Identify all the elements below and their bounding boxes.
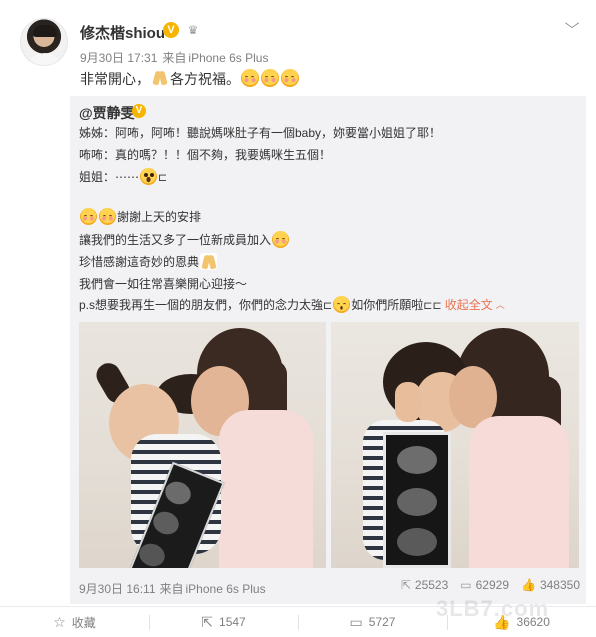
like-count: 36620 xyxy=(516,615,550,629)
repost-line: 咘咘：真的嗎？！！個不夠，我要媽咪生五個！ xyxy=(79,148,332,162)
crown-icon[interactable]: ♛ xyxy=(186,23,200,37)
repost-stats: ⇱ 25523 ▭ 62929 👍 348350 xyxy=(401,578,580,592)
comment-count: 5727 xyxy=(368,615,396,629)
smile-emoji-icon xyxy=(241,69,259,87)
smile-emoji-icon xyxy=(99,208,116,225)
repost-verified-badge-icon[interactable]: V xyxy=(132,104,146,118)
repost-source-prefix: 来自 xyxy=(159,582,184,596)
repost-icon: ⇱ xyxy=(400,578,411,592)
repost-author[interactable]: @贾静雯 xyxy=(79,103,135,123)
repost-stat-likes[interactable]: 👍 348350 xyxy=(521,578,580,592)
repost-device[interactable]: iPhone 6s Plus xyxy=(186,582,266,596)
post-device[interactable]: iPhone 6s Plus xyxy=(188,51,268,65)
comment-icon: ▭ xyxy=(460,578,472,592)
ultrasound-blob xyxy=(397,528,437,556)
chevron-down-icon[interactable]: ⌵ xyxy=(559,14,584,32)
photo-thumbnail[interactable] xyxy=(331,322,579,568)
avatar-hair xyxy=(33,25,57,37)
girl-dress xyxy=(469,416,569,568)
girl-dress xyxy=(219,410,313,568)
repost-line: p.s想要我再生一個的朋友們，你們的念力太強⊏ 如你們所願啦⊏⊏ 收起全文 ︿ xyxy=(79,296,505,314)
avatar[interactable] xyxy=(20,18,68,66)
repost-stat-comments[interactable]: ▭ 62929 xyxy=(460,578,509,592)
repost-line-text: 謝謝上天的安排 xyxy=(117,210,202,224)
smile-emoji-icon xyxy=(261,69,279,87)
repost-line-text: p.s想要我再生一個的朋友們，你們的念力太強 xyxy=(79,298,324,312)
photo-thumbnail[interactable] xyxy=(79,322,326,568)
pray-emoji-icon xyxy=(200,253,218,270)
worried-emoji-icon xyxy=(333,296,351,313)
ultrasound-blob xyxy=(397,488,437,516)
chevron-up-icon[interactable]: ︿ xyxy=(496,296,505,314)
repost-line: 謝謝上天的安排 xyxy=(79,208,201,226)
repost-stat-value: 25523 xyxy=(414,578,449,592)
repost-line: 讓我們的生活又多了一位新成員加入 xyxy=(79,231,290,249)
repost-line: 姊姊：阿咘，阿咘！聽說媽咪肚子有一個baby，妳要當小姐姐了耶！ xyxy=(79,126,442,140)
post-text: 非常開心， 各方祝福。 xyxy=(80,68,300,90)
repost-line: 我們會一如往常喜樂開心迎接～ xyxy=(79,277,248,291)
star-icon: ☆ xyxy=(53,613,66,630)
pray-emoji-icon xyxy=(151,69,169,87)
like-button[interactable]: 👍 36620 xyxy=(447,607,596,637)
thumbs-up-icon: 👍 xyxy=(521,578,536,592)
comment-button[interactable]: ▭ 5727 xyxy=(298,607,447,637)
scream-emoji-icon xyxy=(140,168,158,185)
avatar-shirt xyxy=(27,53,63,65)
repost-meta: 9月30日 16:11 来自 iPhone 6s Plus xyxy=(79,580,270,597)
post-meta: 9月30日 17:31 来自 iPhone 6s Plus xyxy=(80,49,273,66)
thumbs-up-icon: 👍 xyxy=(493,613,511,630)
baby-hand xyxy=(395,382,421,422)
username[interactable]: 修杰楷shiou xyxy=(80,22,165,43)
post-timestamp[interactable]: 9月30日 17:31 xyxy=(80,51,157,65)
repost-stat-value: 348350 xyxy=(539,578,580,592)
post-text-part-a: 非常開心， xyxy=(80,71,150,87)
repost-line: 姐姐：⋯⋯ ⊏ xyxy=(79,168,168,185)
post-source-prefix: 来自 xyxy=(162,51,187,65)
weibo-post: 修杰楷shiou V ♛ ⌵ 9月30日 17:31 来自 iPhone 6s Pl… xyxy=(0,0,596,637)
smile-emoji-icon xyxy=(80,208,97,225)
favorite-label: 收藏 xyxy=(71,615,96,630)
ultrasound-blob xyxy=(397,446,437,474)
smile-emoji-icon xyxy=(272,231,290,248)
collapse-text-link[interactable]: 收起全文 xyxy=(445,298,493,312)
repost-line-text: 姐姐：⋯⋯ xyxy=(79,170,140,184)
verified-badge-icon[interactable]: V xyxy=(163,22,179,38)
repost-button[interactable]: ⇱ 1547 xyxy=(149,607,298,637)
favorite-button[interactable]: ☆ 收藏 xyxy=(0,607,149,637)
smile-emoji-icon xyxy=(281,69,299,87)
repost-line: 珍惜感謝這奇妙的恩典 xyxy=(79,253,218,271)
repost-stat-reposts[interactable]: ⇱ 25523 xyxy=(401,578,448,592)
repost-line-text: 珍惜感謝這奇妙的恩典 xyxy=(79,255,200,269)
comment-icon: ▭ xyxy=(349,613,363,630)
post-text-part-b: 各方祝福。 xyxy=(170,71,240,87)
repost-count: 1547 xyxy=(219,615,246,629)
repost-timestamp[interactable]: 9月30日 16:11 xyxy=(79,582,156,596)
action-bar: ☆ 收藏 ⇱ 1547 ▭ 5727 👍 36620 xyxy=(0,606,596,637)
repost-stat-value: 62929 xyxy=(475,578,509,592)
repost-line-text: 讓我們的生活又多了一位新成員加入 xyxy=(79,233,272,247)
repost-card: @贾静雯 V 姊姊：阿咘，阿咘！聽說媽咪肚子有一個baby，妳要當小姐姐了耶！ … xyxy=(70,96,586,604)
repost-line-text: 如你們所願啦 xyxy=(351,298,424,312)
repost-icon: ⇱ xyxy=(201,613,214,630)
